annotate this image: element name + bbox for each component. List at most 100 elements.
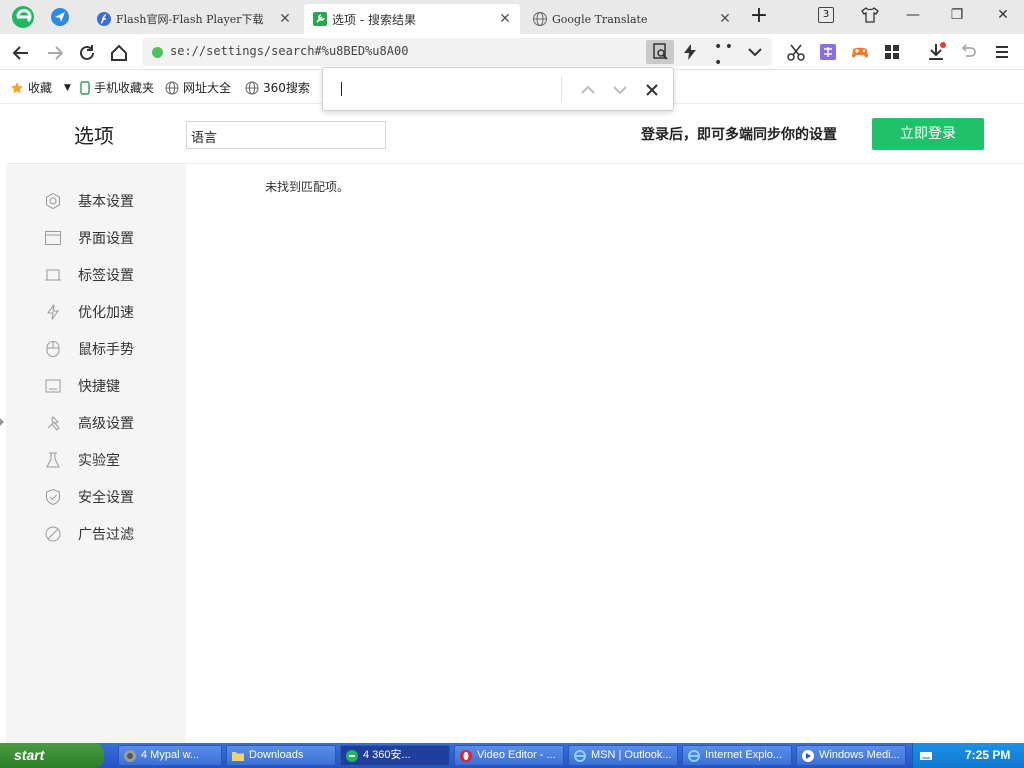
sidebar-item-tabs[interactable]: 标签设置 [44, 264, 134, 286]
browser-logo-icon[interactable] [10, 4, 36, 30]
sidebar-item-shortcuts[interactable]: 快捷键 [44, 375, 120, 397]
find-in-page-button[interactable] [646, 40, 674, 64]
globe-icon [533, 12, 547, 26]
apps-grid-icon[interactable] [882, 42, 902, 62]
tab-settings-search[interactable]: 选项 - 搜索结果 ✕ [304, 4, 520, 34]
find-input[interactable] [341, 82, 342, 96]
game-icon[interactable] [850, 42, 870, 62]
restore-button[interactable]: ❐ [944, 4, 970, 26]
chevron-down-icon[interactable] [746, 43, 764, 61]
taskbar-item-internet-explorer[interactable]: Internet Explo... [682, 745, 792, 766]
sidebar-item-label: 高级设置 [78, 416, 134, 432]
taskbar-item-video-editor[interactable]: Video Editor - ... [454, 745, 564, 766]
settings-search-input[interactable]: 语言 [186, 121, 386, 149]
address-bar[interactable]: se://settings/search#%u8BED%u8A00 • • • [142, 38, 772, 71]
bookmark-label: 手机收藏夹 [94, 81, 155, 95]
taskbar-item-label: Video Editor - ... [477, 749, 556, 761]
sidebar-item-label: 基本设置 [78, 194, 134, 210]
bookmark-label: 收藏 [28, 81, 53, 95]
find-bar [322, 67, 674, 111]
scissors-icon[interactable] [786, 42, 806, 62]
tab-strip: Flash官网-Flash Player下载 ✕ 选项 - 搜索结果 ✕ Goo… [0, 0, 1024, 34]
taskbar: start 4 Mypal w... Downloads 4 360安... V… [0, 743, 1024, 768]
flash-icon [97, 12, 111, 26]
gear-icon [46, 192, 60, 210]
bookmark-mobile[interactable]: 手机收藏夹 [80, 79, 154, 96]
start-button[interactable]: start [0, 743, 104, 768]
wrench-icon [313, 12, 327, 26]
sidebar-item-basic[interactable]: 基本设置 [44, 190, 134, 212]
close-icon[interactable]: ✕ [278, 12, 292, 26]
undo-icon[interactable] [958, 42, 978, 62]
bookmark-favorites[interactable]: 收藏 ▼ [10, 79, 71, 96]
close-window-button[interactable]: ✕ [990, 4, 1016, 26]
more-icon[interactable]: • • • [714, 39, 733, 71]
bookmark-360-search[interactable]: 360搜索 [245, 79, 310, 96]
globe-icon [245, 81, 259, 94]
collapse-handle-icon[interactable] [0, 418, 4, 426]
bookmark-label: 网址大全 [183, 81, 232, 95]
window-icon [45, 231, 61, 245]
sidebar-item-ad-filter[interactable]: 广告过滤 [44, 523, 134, 545]
skin-icon[interactable] [860, 5, 880, 25]
taskbar-item-mypal[interactable]: 4 Mypal w... [118, 745, 222, 766]
close-icon[interactable] [643, 81, 661, 99]
sidebar-item-speedup[interactable]: 优化加速 [44, 301, 134, 323]
sidebar-item-mouse-gestures[interactable]: 鼠标手势 [44, 338, 134, 360]
sidebar-item-security[interactable]: 安全设置 [44, 486, 134, 508]
ie-icon [574, 749, 586, 762]
lightning-icon[interactable] [680, 42, 700, 62]
divider [561, 76, 562, 102]
translate-icon[interactable] [818, 42, 838, 62]
no-results-message: 未找到匹配项。 [265, 180, 350, 194]
close-icon[interactable]: ✕ [718, 12, 732, 26]
star-icon [11, 81, 23, 93]
taskbar-item-downloads[interactable]: Downloads [226, 745, 336, 766]
sidebar-item-label: 鼠标手势 [78, 342, 134, 358]
reload-icon[interactable] [76, 42, 98, 64]
taskbar-item-label: MSN | Outlook... [591, 749, 672, 761]
caret-down-icon[interactable]: ▼ [64, 83, 71, 93]
sidebar-item-advanced[interactable]: 高级设置 [44, 412, 134, 434]
address-url[interactable]: se://settings/search#%u8BED%u8A00 [170, 44, 408, 58]
chevron-down-icon[interactable] [611, 81, 629, 99]
tab-google-translate[interactable]: Google Translate ✕ [524, 4, 740, 34]
sidebar-item-lab[interactable]: 实验室 [44, 449, 120, 471]
download-icon[interactable] [926, 42, 946, 62]
shield-icon [46, 488, 60, 506]
chevron-up-icon[interactable] [579, 81, 597, 99]
taskbar-item-label: 4 Mypal w... [141, 749, 200, 761]
tab-flash[interactable]: Flash官网-Flash Player下载 ✕ [88, 4, 300, 34]
send-icon[interactable] [50, 7, 70, 27]
taskbar-item-windows-media[interactable]: Windows Medi... [796, 745, 906, 766]
phone-icon [80, 80, 90, 95]
new-tab-button[interactable]: + [748, 5, 770, 28]
close-icon[interactable]: ✕ [498, 12, 512, 26]
taskbar-item-msn-outlook[interactable]: MSN | Outlook... [568, 745, 678, 766]
back-icon[interactable] [10, 42, 32, 64]
taskbar-item-label: Windows Medi... [819, 749, 900, 761]
opera-icon [460, 749, 472, 762]
menu-icon[interactable] [992, 42, 1012, 62]
minimize-button[interactable]: — [900, 4, 926, 26]
folder-icon [232, 751, 244, 761]
bookmark-label: 360搜索 [263, 81, 310, 95]
sidebar-item-label: 界面设置 [78, 231, 134, 247]
sync-prompt: 登录后，即可多端同步你的设置 [641, 127, 837, 143]
home-icon[interactable] [108, 42, 130, 64]
forward-icon[interactable] [44, 42, 66, 64]
ie360-icon [346, 749, 358, 762]
taskbar-item-360[interactable]: 4 360安... [340, 745, 450, 766]
bookmark-site-nav[interactable]: 网址大全 [165, 79, 231, 96]
taskbar-item-label: Downloads [249, 749, 304, 761]
tab-count-badge[interactable]: 3 [818, 7, 834, 23]
media-icon [802, 749, 814, 762]
sidebar-item-interface[interactable]: 界面设置 [44, 227, 134, 249]
login-button[interactable]: 立即登录 [872, 118, 984, 150]
keyboard-icon[interactable] [919, 749, 933, 763]
sidebar-item-label: 快捷键 [78, 379, 120, 395]
tab-title: Flash官网-Flash Player下载 [116, 13, 264, 26]
find-in-page-icon [653, 43, 668, 60]
settings-header: 选项 语言 登录后，即可多端同步你的设置 立即登录 [6, 104, 1024, 164]
secure-icon [152, 47, 163, 58]
